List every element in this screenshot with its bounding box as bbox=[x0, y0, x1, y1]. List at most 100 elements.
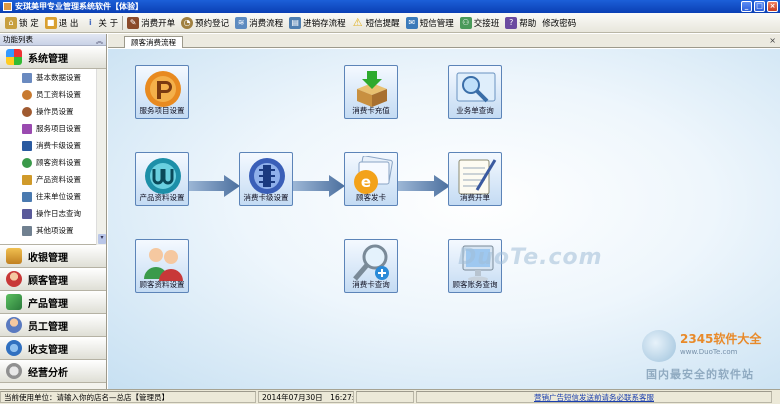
about-label: 关 于 bbox=[98, 18, 119, 29]
scroll-down-icon[interactable]: ▾ bbox=[98, 234, 106, 244]
service-icon bbox=[22, 123, 32, 134]
flow-label: 消费流程 bbox=[249, 18, 284, 29]
minimize-button[interactable]: _ bbox=[741, 1, 752, 12]
exit-label: 退 出 bbox=[58, 18, 79, 29]
group-label: 顾客管理 bbox=[28, 275, 68, 287]
shift-icon: ⚇ bbox=[459, 16, 472, 29]
close-button[interactable]: × bbox=[767, 1, 778, 12]
product-info-icon bbox=[22, 174, 32, 185]
submenu-item-log[interactable]: 操作日志查询 bbox=[0, 205, 106, 222]
toolbar-separator bbox=[122, 15, 124, 30]
reservation-button[interactable]: ◔ 预约登记 bbox=[178, 14, 232, 32]
group-label: 员工管理 bbox=[28, 321, 68, 333]
group-business-analysis[interactable]: 经营分析 bbox=[0, 360, 106, 383]
function-list-panel: 功能列表 ︽ 系统管理 基本数据设置 员工资料设置 操作员设置 服务项目设置 消… bbox=[0, 34, 107, 389]
submenu-item-partner[interactable]: 往来单位设置 bbox=[0, 188, 106, 205]
group-system-management[interactable]: 系统管理 bbox=[0, 46, 106, 69]
shift-button[interactable]: ⚇ 交接班 bbox=[457, 14, 503, 32]
lock-label: 锁 定 bbox=[19, 18, 39, 29]
group-cashier-management[interactable]: 收银管理 bbox=[0, 245, 106, 268]
submenu-item-card-level[interactable]: 消费卡级设置 bbox=[0, 137, 106, 154]
status-link-cell: 营销广告短信发送前请务必联系客服 bbox=[416, 391, 772, 403]
tab-strip: 顾客消费流程 × bbox=[108, 34, 780, 48]
node-card-level-setting[interactable]: 消费卡级设置 bbox=[239, 152, 293, 206]
billing-button[interactable]: ✎ 消费开单 bbox=[124, 14, 178, 32]
group-customer-management[interactable]: 顾客管理 bbox=[0, 268, 106, 291]
submenu-item-operator[interactable]: 操作员设置 bbox=[0, 103, 106, 120]
submenu-label: 操作员设置 bbox=[36, 107, 74, 116]
reservation-icon: ◔ bbox=[181, 16, 194, 29]
help-icon: ? bbox=[505, 16, 518, 29]
node-label: 消费开单 bbox=[460, 193, 490, 202]
sms-service-link[interactable]: 营销广告短信发送前请务必联系客服 bbox=[534, 393, 654, 402]
node-label: 消费卡充值 bbox=[352, 106, 390, 115]
submenu-item-product-info[interactable]: 产品资料设置 bbox=[0, 171, 106, 188]
group-finance-management[interactable]: 收支管理 bbox=[0, 337, 106, 360]
customer-setting-icon bbox=[144, 248, 183, 281]
node-consume-billing[interactable]: 消费开单 bbox=[448, 152, 502, 206]
node-service-setting[interactable]: 服务项目设置 bbox=[135, 65, 189, 119]
product-setting-icon bbox=[145, 158, 181, 194]
brand-slogan: 国内最安全的软件站 bbox=[646, 368, 754, 381]
maximize-button[interactable]: □ bbox=[754, 1, 765, 12]
brand-watermark: 2345软件大全 www.DuoTe.com 国内最安全的软件站 bbox=[640, 330, 780, 385]
submenu-label: 消费卡级设置 bbox=[36, 141, 81, 150]
submenu-label: 顾客资料设置 bbox=[36, 158, 81, 167]
order-query-icon bbox=[456, 72, 496, 103]
node-customer-setting[interactable]: 顾客资料设置 bbox=[135, 239, 189, 293]
inventory-button[interactable]: ▤ 进销存流程 bbox=[286, 14, 349, 32]
submenu-label: 服务项目设置 bbox=[36, 124, 81, 133]
help-button[interactable]: ? 帮助 bbox=[502, 14, 539, 32]
staff-icon bbox=[6, 317, 22, 333]
submenu-label: 往来单位设置 bbox=[36, 192, 81, 201]
node-label: 产品资料设置 bbox=[139, 193, 185, 202]
submenu-item-other[interactable]: 其他项设置 bbox=[0, 222, 106, 239]
card-level-icon bbox=[22, 140, 32, 151]
card-query-icon bbox=[353, 244, 389, 281]
node-label: 顾客账务查询 bbox=[452, 280, 498, 289]
sms-reminder-button[interactable]: ⚠ 短信提醒 bbox=[349, 14, 403, 32]
node-product-setting[interactable]: 产品资料设置 bbox=[135, 152, 189, 206]
about-button[interactable]: i关 于 bbox=[81, 14, 121, 32]
submenu-item-service[interactable]: 服务项目设置 bbox=[0, 120, 106, 137]
submenu-item-staff-info[interactable]: 员工资料设置 bbox=[0, 86, 106, 103]
lock-button[interactable]: ⌂ 锁 定 bbox=[2, 14, 42, 32]
duote-watermark: DuoTe.com bbox=[458, 245, 603, 270]
consume-billing-icon bbox=[458, 159, 497, 195]
tab-close-icon[interactable]: × bbox=[769, 36, 776, 45]
node-label: 服务项目设置 bbox=[139, 106, 185, 115]
tab-customer-consume-flow[interactable]: 顾客消费流程 bbox=[124, 36, 183, 48]
function-list-title: 功能列表 bbox=[3, 35, 33, 44]
sms-manage-button[interactable]: ✉ 短信管理 bbox=[403, 14, 457, 32]
group-staff-management[interactable]: 员工管理 bbox=[0, 314, 106, 337]
operator-icon bbox=[22, 106, 32, 117]
flow-icon: ≋ bbox=[235, 16, 248, 29]
flow-button[interactable]: ≋ 消费流程 bbox=[232, 14, 286, 32]
issue-card-icon: e bbox=[354, 156, 393, 194]
log-icon bbox=[22, 208, 32, 219]
node-card-query[interactable]: 消费卡查询 bbox=[344, 239, 398, 293]
exit-button[interactable]: ■ 退 出 bbox=[42, 14, 82, 32]
submenu-item-customer-info[interactable]: 顾客资料设置 bbox=[0, 154, 106, 171]
collapse-chevron-icon[interactable]: ︽ bbox=[96, 35, 103, 47]
function-list-header: 功能列表 ︽ bbox=[0, 34, 106, 46]
brand-name: 2345软件大全 bbox=[680, 332, 762, 346]
change-password-button[interactable]: 修改密码 bbox=[539, 14, 579, 32]
staff-info-icon bbox=[22, 89, 32, 100]
node-label: 业务单查询 bbox=[456, 106, 494, 115]
submenu-label: 其他项设置 bbox=[36, 226, 74, 235]
node-issue-card[interactable]: e 顾客发卡 bbox=[344, 152, 398, 206]
node-label: 顾客发卡 bbox=[356, 193, 386, 202]
submenu-item-basic-data[interactable]: 基本数据设置 bbox=[0, 69, 106, 86]
node-label: 消费卡级设置 bbox=[243, 193, 289, 202]
window-controls: _ □ × bbox=[741, 1, 778, 12]
change-password-label: 修改密码 bbox=[542, 18, 577, 29]
submenu-label: 员工资料设置 bbox=[36, 90, 81, 99]
node-card-recharge[interactable]: 消费卡充值 bbox=[344, 65, 398, 119]
node-order-query[interactable]: 业务单查询 bbox=[448, 65, 502, 119]
group-product-management[interactable]: 产品管理 bbox=[0, 291, 106, 314]
system-submenu: 基本数据设置 员工资料设置 操作员设置 服务项目设置 消费卡级设置 顾客资料设置… bbox=[0, 69, 106, 245]
inventory-label: 进销存流程 bbox=[303, 18, 346, 29]
submenu-scrollbar[interactable]: ▾ bbox=[96, 69, 106, 245]
submenu-label: 产品资料设置 bbox=[36, 175, 81, 184]
